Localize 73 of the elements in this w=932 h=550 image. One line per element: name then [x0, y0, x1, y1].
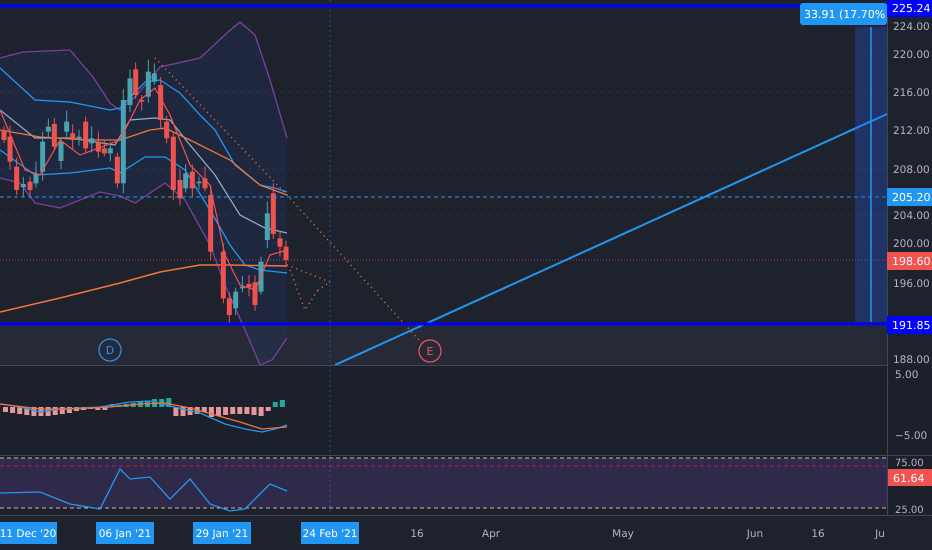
histogram-bar — [130, 403, 136, 407]
histogram-bar — [266, 407, 271, 411]
axis-label: 204.00 — [893, 210, 930, 222]
axis-label: 196.00 — [893, 278, 930, 290]
histogram-bar — [208, 407, 214, 417]
date-label: 06 Jan '21 — [96, 522, 154, 544]
axis-label: 5.00 — [895, 369, 918, 381]
horizontal-line[interactable] — [0, 4, 887, 8]
price-tag: 198.60 — [887, 252, 932, 270]
histogram-bar — [152, 399, 158, 407]
histogram-bar — [272, 402, 278, 407]
projection-line[interactable] — [154, 57, 420, 340]
histogram-bar — [38, 407, 44, 416]
histogram-bar — [52, 407, 58, 415]
measure-range[interactable] — [855, 27, 887, 322]
histogram-bar — [180, 407, 186, 416]
histogram-bar — [244, 407, 250, 414]
histogram-bar — [17, 407, 22, 414]
date-label: Jun — [746, 528, 764, 540]
date-label: 24 Feb '21 — [301, 522, 359, 544]
histogram-bar — [202, 407, 207, 412]
trend-line[interactable] — [334, 113, 888, 365]
pattern-point-label[interactable]: E — [418, 339, 442, 363]
date-label: Apr — [482, 528, 500, 540]
histogram-bar — [252, 407, 256, 415]
histogram-bar — [216, 407, 221, 416]
axis-label: 75.00 — [895, 458, 924, 469]
axis-label: 212.00 — [893, 125, 930, 137]
histogram-bar — [95, 407, 100, 410]
histogram-bar — [258, 407, 264, 416]
histogram-bar — [145, 401, 150, 407]
histogram-bar — [124, 404, 129, 407]
histogram-bar — [237, 407, 242, 414]
date-label: 29 Jan '21 — [193, 522, 251, 544]
date-label: May — [612, 528, 634, 540]
date-label: Ju — [875, 528, 885, 540]
price-tag: 225.24 — [887, 0, 932, 17]
axis-label: 216.00 — [893, 87, 930, 99]
axis-label: 224.00 — [893, 21, 930, 33]
price-tag: 205.20 — [887, 188, 932, 206]
histogram-bar — [159, 399, 164, 407]
histogram-bar — [194, 407, 200, 414]
histogram-bar — [66, 407, 72, 413]
histogram-bar — [223, 407, 228, 415]
histogram-bar — [230, 407, 236, 414]
axis-label: 188.00 — [893, 354, 930, 365]
value-tag: 61.64 — [888, 469, 932, 486]
histogram-bar — [31, 407, 36, 416]
histogram-bar — [280, 400, 285, 407]
histogram-bar — [60, 407, 65, 414]
axis-label: −5.00 — [895, 430, 928, 442]
axis-label: 208.00 — [893, 164, 930, 176]
histogram-bar — [24, 407, 30, 415]
histogram-bar — [3, 407, 8, 412]
pattern-point-label[interactable]: D — [98, 338, 122, 362]
histogram-bar — [10, 407, 16, 413]
histogram-bar — [110, 404, 114, 407]
histogram-bar — [166, 398, 172, 407]
histogram-bar — [81, 407, 86, 410]
histogram-bar — [46, 407, 51, 416]
axis-label: 25.00 — [895, 505, 924, 515]
price-tag: 191.85 — [887, 316, 932, 334]
histogram-bar — [74, 407, 79, 411]
date-label: 16 — [811, 528, 825, 540]
date-label: 11 Dec '20 — [0, 522, 57, 544]
histogram-bar — [102, 407, 108, 410]
date-label: 16 — [410, 528, 424, 540]
histogram-bar — [173, 407, 178, 416]
axis-label: 200.00 — [893, 238, 930, 250]
histogram-bar — [138, 402, 143, 407]
axis-label: 220.00 — [893, 49, 930, 61]
measure-label: 33.91 (17.70% — [800, 3, 887, 25]
histogram-bar — [188, 407, 193, 415]
